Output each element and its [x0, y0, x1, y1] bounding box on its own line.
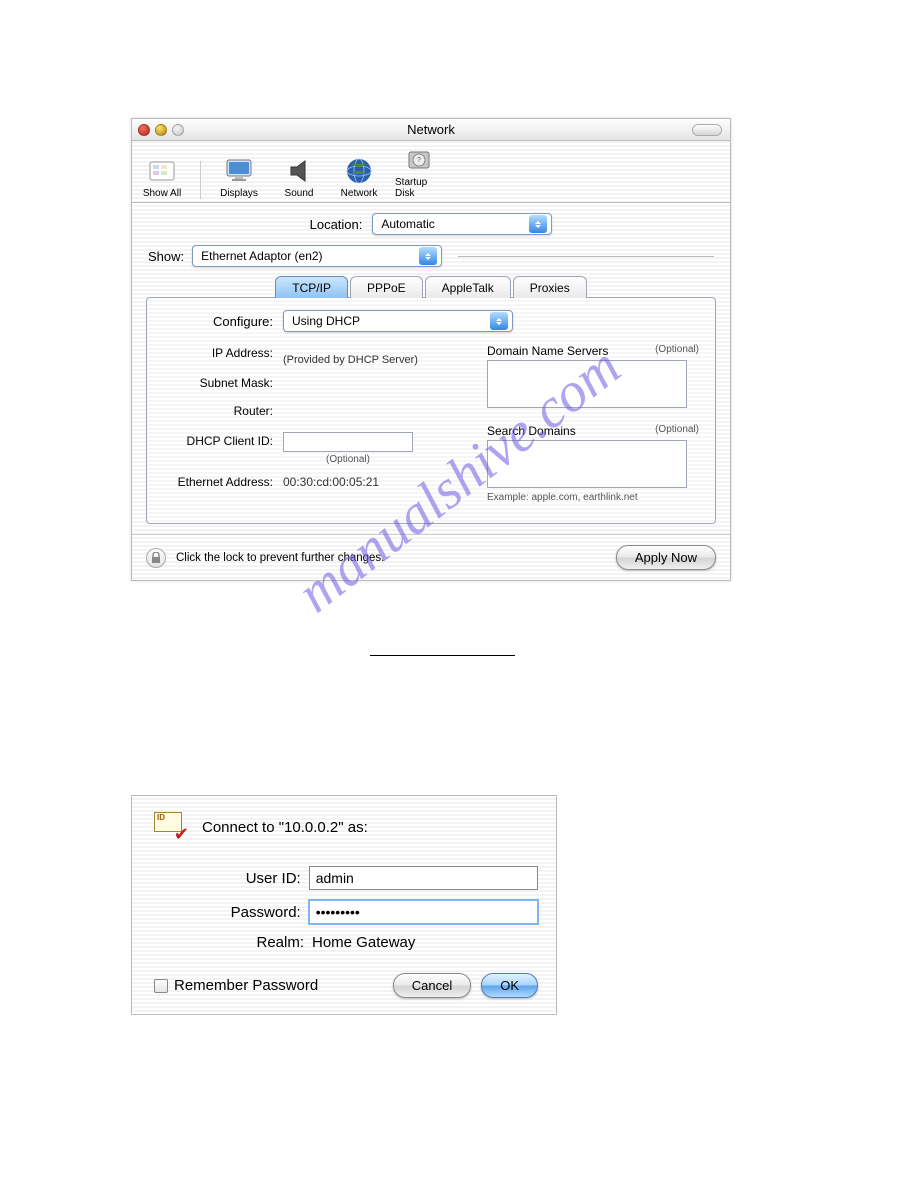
divider: [458, 256, 714, 257]
dns-input[interactable]: [487, 360, 687, 408]
router-label: Router:: [163, 402, 273, 418]
location-select[interactable]: Automatic: [372, 213, 552, 235]
toolbar-item-showall[interactable]: Show All: [138, 156, 186, 199]
display-icon: [223, 156, 255, 186]
window-title: Network: [132, 122, 730, 137]
ip-note: (Provided by DHCP Server): [283, 344, 463, 366]
titlebar: Network: [132, 119, 730, 141]
remember-password-checkbox[interactable]: Remember Password: [154, 977, 318, 994]
dhcp-client-label: DHCP Client ID:: [163, 432, 273, 448]
tab-proxies[interactable]: Proxies: [513, 276, 587, 298]
cancel-button[interactable]: Cancel: [393, 973, 471, 998]
show-value: Ethernet Adaptor (en2): [201, 249, 322, 263]
dns-label: Domain Name Servers: [487, 344, 608, 358]
toolbar-item-startup[interactable]: ? Startup Disk: [395, 145, 443, 199]
toolbar-label: Show All: [143, 188, 181, 199]
configure-label: Configure:: [163, 314, 273, 329]
configure-value: Using DHCP: [292, 314, 360, 328]
eth-addr-label: Ethernet Address:: [163, 473, 273, 489]
svg-text:?: ?: [417, 157, 421, 164]
dns-optional: (Optional): [655, 344, 699, 358]
ip-label: IP Address:: [163, 344, 273, 360]
tab-panel-tcpip: Configure: Using DHCP IP Address: (Provi…: [146, 297, 716, 524]
toolbar-label: Displays: [220, 188, 258, 199]
lock-icon[interactable]: [146, 548, 166, 568]
subnet-label: Subnet Mask:: [163, 374, 273, 390]
ok-button[interactable]: OK: [481, 973, 538, 998]
auth-id-icon: ✔: [154, 812, 186, 842]
checkbox-icon: [154, 979, 168, 993]
userid-label: User ID:: [150, 870, 301, 887]
window-footer: Click the lock to prevent further change…: [132, 534, 730, 580]
divider: [370, 655, 515, 656]
search-label: Search Domains: [487, 424, 576, 438]
remember-label: Remember Password: [174, 977, 318, 994]
configure-select[interactable]: Using DHCP: [283, 310, 513, 332]
dhcp-client-optional: (Optional): [283, 454, 413, 465]
dropdown-arrows-icon: [490, 312, 508, 330]
toolbar-label: Network: [341, 188, 378, 199]
realm-label: Realm:: [150, 934, 304, 951]
toolbar-label: Startup Disk: [395, 177, 443, 199]
search-optional: (Optional): [655, 424, 699, 438]
password-label: Password:: [150, 904, 301, 921]
example-text: Example: apple.com, earthlink.net: [487, 492, 699, 503]
eth-addr-value: 00:30:cd:00:05:21: [283, 473, 463, 489]
showall-icon: [146, 156, 178, 186]
toolbar-item-sound[interactable]: Sound: [275, 156, 323, 199]
location-label: Location:: [310, 217, 363, 232]
toolbar: Show All Displays Sound Network ? Startu: [132, 141, 730, 203]
lock-text: Click the lock to prevent further change…: [176, 552, 384, 564]
show-label: Show:: [148, 249, 184, 264]
tab-tcpip[interactable]: TCP/IP: [275, 276, 348, 298]
location-value: Automatic: [381, 217, 434, 231]
sound-icon: [283, 156, 315, 186]
toolbar-divider: [200, 161, 201, 199]
dropdown-arrows-icon: [419, 247, 437, 265]
apply-now-button[interactable]: Apply Now: [616, 545, 716, 570]
location-row: Location: Automatic: [132, 203, 730, 241]
show-select[interactable]: Ethernet Adaptor (en2): [192, 245, 442, 267]
startup-disk-icon: ?: [403, 145, 435, 175]
network-icon: [343, 156, 375, 186]
tab-appletalk[interactable]: AppleTalk: [425, 276, 511, 298]
password-input[interactable]: [309, 900, 538, 924]
show-row: Show: Ethernet Adaptor (en2): [132, 241, 730, 275]
userid-input[interactable]: [309, 866, 538, 890]
tabs: TCP/IP PPPoE AppleTalk Proxies: [132, 275, 730, 297]
toolbar-item-displays[interactable]: Displays: [215, 156, 263, 199]
auth-heading: Connect to "10.0.0.2" as:: [202, 819, 368, 836]
tab-pppoe[interactable]: PPPoE: [350, 276, 423, 298]
toolbar-toggle-pill[interactable]: [692, 124, 722, 136]
auth-dialog: ✔ Connect to "10.0.0.2" as: User ID: Pas…: [131, 795, 557, 1015]
dhcp-client-input[interactable]: [283, 432, 413, 452]
dropdown-arrows-icon: [529, 215, 547, 233]
search-domains-input[interactable]: [487, 440, 687, 488]
toolbar-item-network[interactable]: Network: [335, 156, 383, 199]
realm-value: Home Gateway: [312, 934, 415, 951]
network-prefs-window: Network Show All Displays Sound N: [131, 118, 731, 581]
toolbar-label: Sound: [285, 188, 314, 199]
